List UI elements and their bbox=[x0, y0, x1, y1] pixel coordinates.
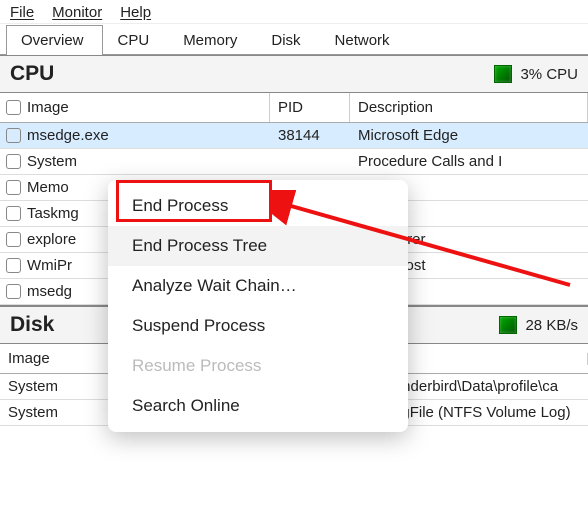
menu-analyze-wait-chain[interactable]: Analyze Wait Chain… bbox=[108, 266, 408, 306]
process-desc: Procedure Calls and I bbox=[350, 149, 588, 174]
menu-search-online[interactable]: Search Online bbox=[108, 386, 408, 426]
process-name: explore bbox=[27, 231, 76, 248]
cpu-panel-header[interactable]: CPU 3% CPU bbox=[0, 55, 588, 93]
process-desc: Microsoft Edge bbox=[350, 123, 588, 148]
process-name: msedge.exe bbox=[27, 127, 109, 144]
process-name: msedg bbox=[27, 283, 72, 300]
menu-end-process[interactable]: End Process bbox=[108, 186, 408, 226]
disk-usage-metric: 28 KB/s bbox=[499, 316, 578, 334]
table-row[interactable]: msedge.exe 38144 Microsoft Edge bbox=[0, 123, 588, 149]
cpu-led-icon bbox=[494, 65, 512, 83]
checkbox-icon[interactable] bbox=[6, 154, 21, 169]
menu-monitor[interactable]: Monitor bbox=[52, 4, 102, 21]
context-menu: End Process End Process Tree Analyze Wai… bbox=[108, 180, 408, 432]
menu-suspend-process[interactable]: Suspend Process bbox=[108, 306, 408, 346]
col-description[interactable]: Description bbox=[350, 93, 588, 122]
process-name: Memo bbox=[27, 179, 69, 196]
process-pid bbox=[270, 158, 350, 166]
checkbox-icon[interactable] bbox=[6, 232, 21, 247]
menu-resume-process: Resume Process bbox=[108, 346, 408, 386]
table-row[interactable]: System Procedure Calls and I bbox=[0, 149, 588, 175]
checkbox-icon[interactable] bbox=[6, 258, 21, 273]
process-pid: 38144 bbox=[270, 123, 350, 148]
tab-memory[interactable]: Memory bbox=[168, 25, 256, 55]
checkbox-icon[interactable] bbox=[6, 284, 21, 299]
col-image[interactable]: Image bbox=[0, 93, 270, 122]
process-name: WmiPr bbox=[27, 257, 72, 274]
checkbox-icon[interactable] bbox=[6, 206, 21, 221]
menu-help[interactable]: Help bbox=[120, 4, 151, 21]
disk-led-icon bbox=[499, 316, 517, 334]
menu-file[interactable]: File bbox=[10, 4, 34, 21]
process-name: Taskmg bbox=[27, 205, 79, 222]
process-name: System bbox=[27, 153, 77, 170]
col-pid[interactable]: PID bbox=[270, 93, 350, 122]
checkbox-icon[interactable] bbox=[6, 128, 21, 143]
tab-cpu[interactable]: CPU bbox=[103, 25, 169, 55]
tab-overview[interactable]: Overview bbox=[6, 25, 103, 55]
menu-end-process-tree[interactable]: End Process Tree bbox=[108, 226, 408, 266]
tab-strip: Overview CPU Memory Disk Network bbox=[0, 24, 588, 55]
checkbox-icon[interactable] bbox=[6, 100, 21, 115]
menu-bar: File Monitor Help bbox=[0, 0, 588, 24]
cpu-usage-metric: 3% CPU bbox=[494, 65, 578, 83]
checkbox-icon[interactable] bbox=[6, 180, 21, 195]
tab-disk[interactable]: Disk bbox=[256, 25, 319, 55]
tab-network[interactable]: Network bbox=[320, 25, 409, 55]
cpu-table-header: Image PID Description bbox=[0, 93, 588, 123]
disk-panel-title: Disk bbox=[10, 313, 54, 337]
cpu-panel-title: CPU bbox=[10, 62, 54, 86]
